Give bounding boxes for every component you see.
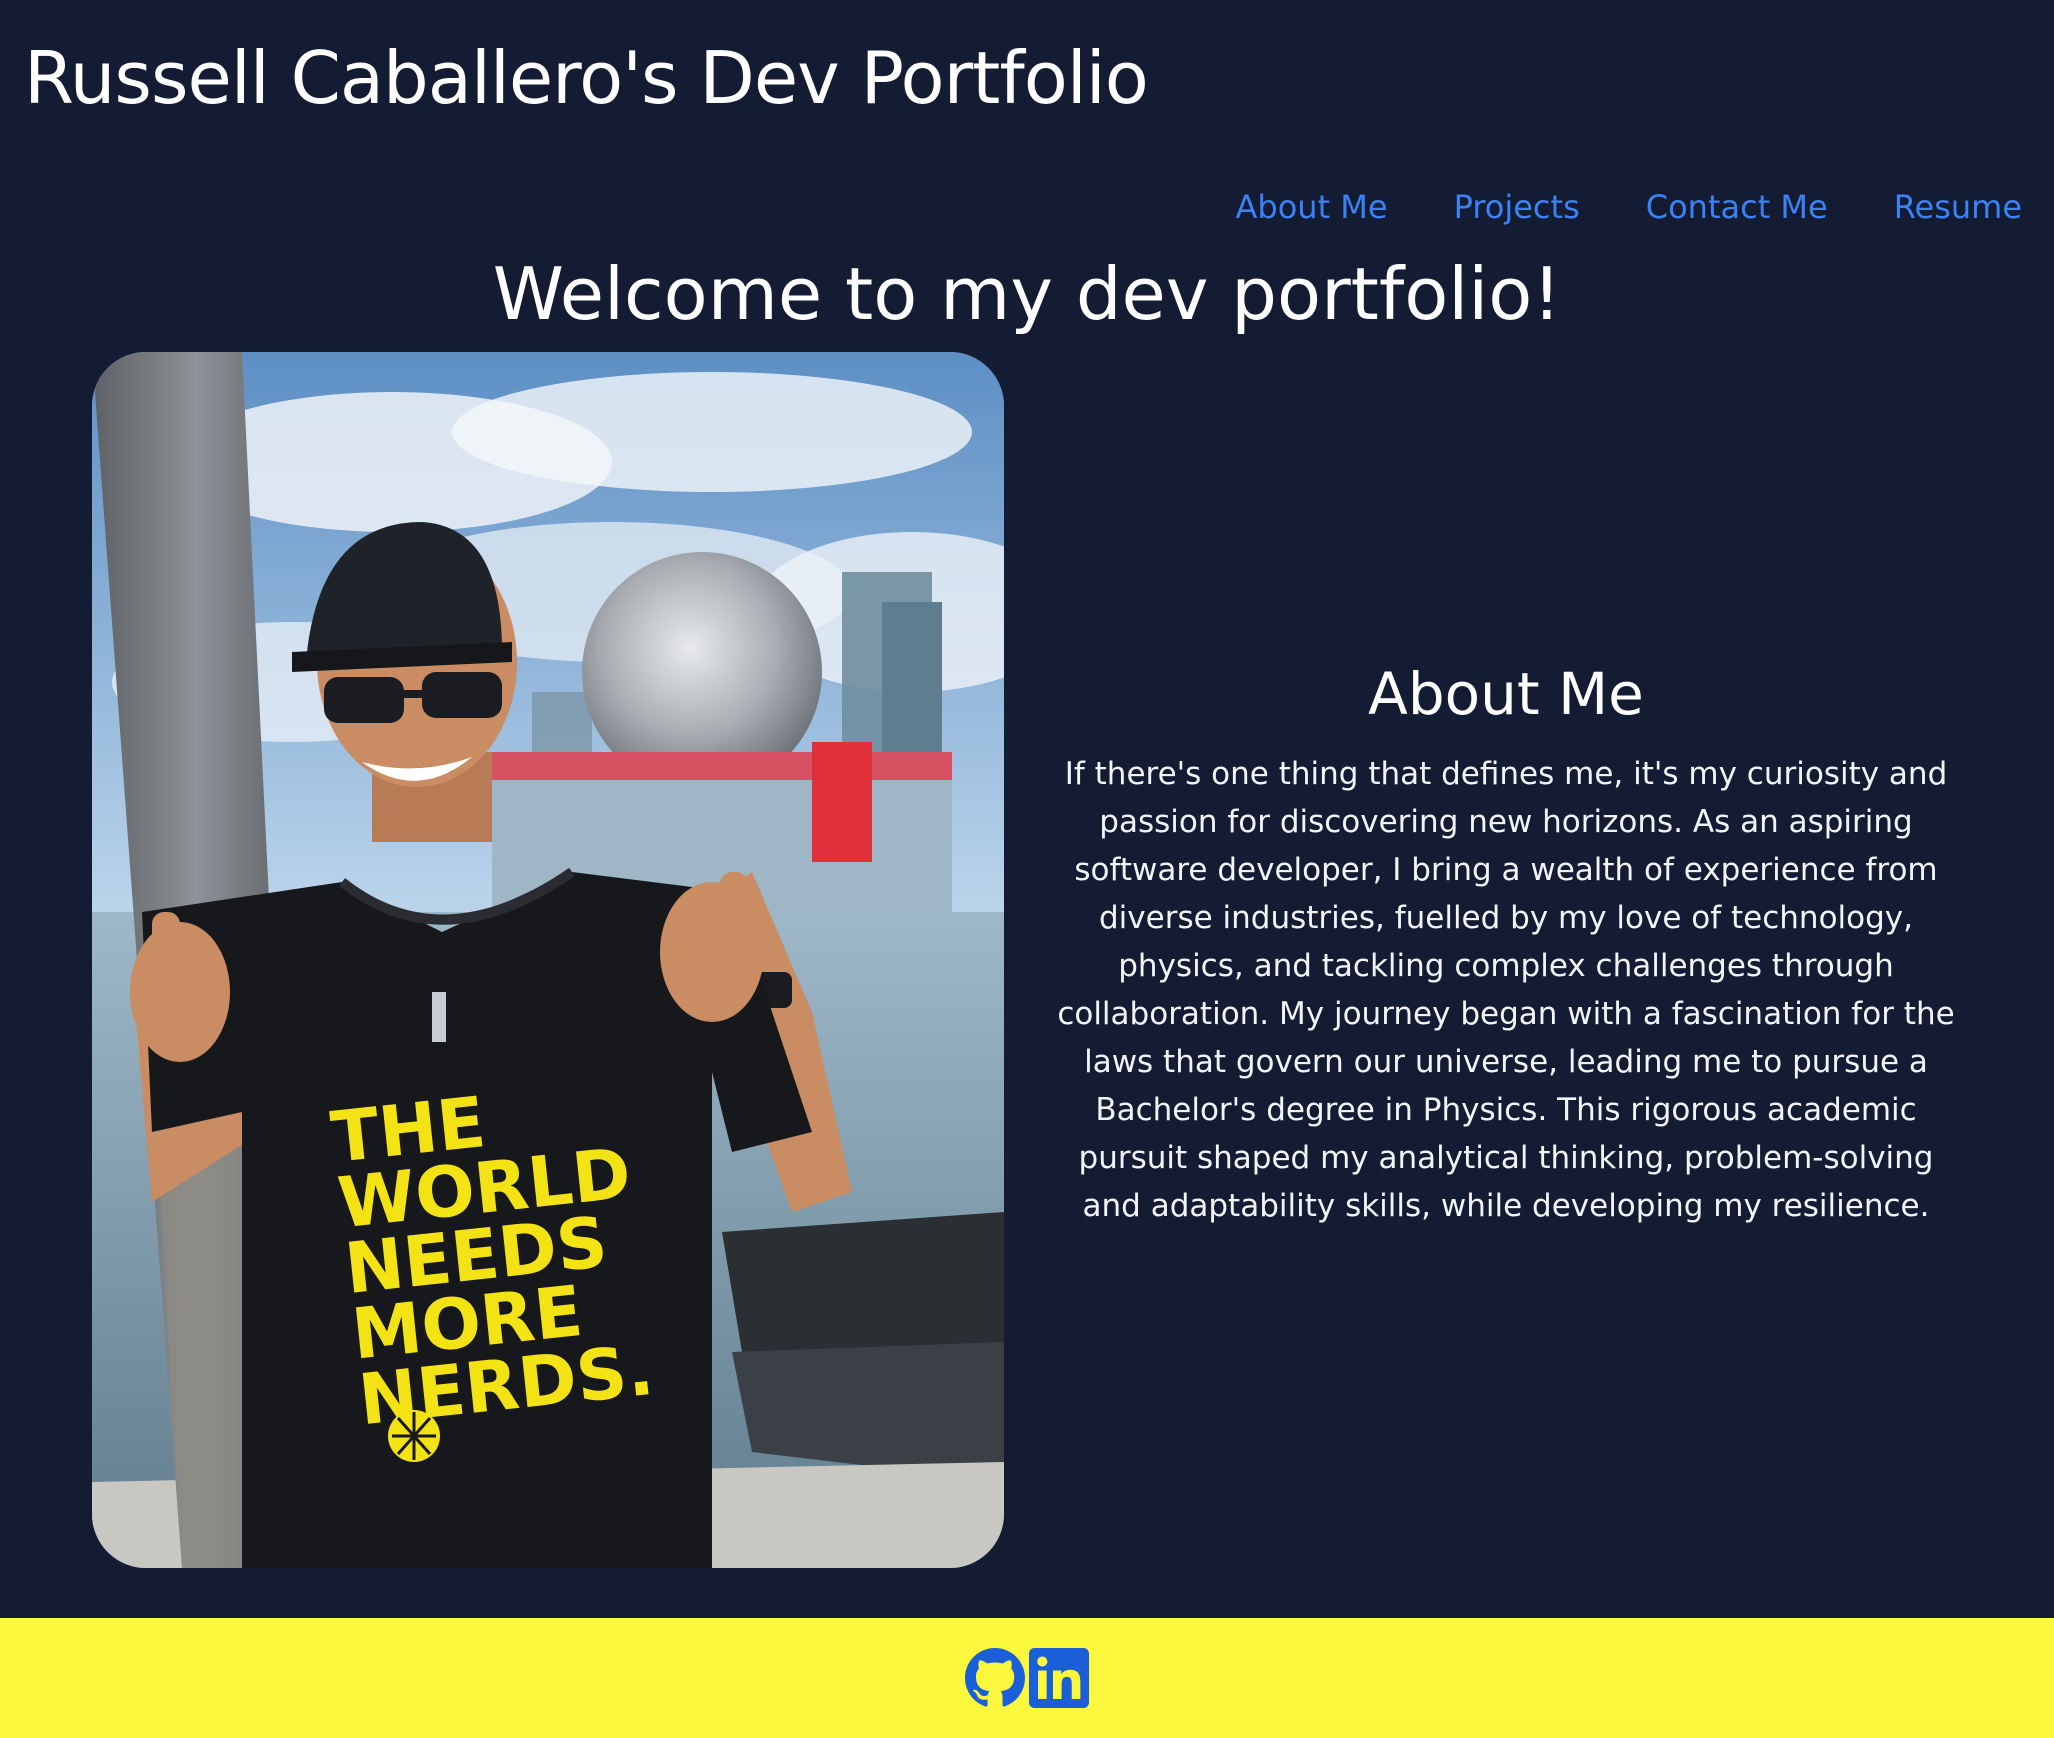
welcome-heading: Welcome to my dev portfolio!	[492, 252, 1562, 336]
main-nav: About Me Projects Contact Me Resume	[1236, 180, 2023, 234]
nav-link-contact-me[interactable]: Contact Me	[1646, 180, 1828, 234]
about-section: About Me If there's one thing that defin…	[1045, 650, 1967, 1230]
profile-photo: THE WORLD NEEDS MORE NERDS.	[92, 352, 1004, 1568]
linkedin-link[interactable]	[1029, 1648, 1089, 1708]
about-heading: About Me	[1368, 660, 1644, 728]
nav-link-projects[interactable]: Projects	[1454, 180, 1580, 234]
github-link[interactable]	[965, 1648, 1025, 1708]
github-icon	[965, 1648, 1025, 1707]
linkedin-icon	[1029, 1648, 1089, 1708]
site-title: Russell Caballero's Dev Portfolio	[24, 36, 1149, 120]
nav-link-resume[interactable]: Resume	[1894, 180, 2022, 234]
footer	[0, 1618, 2054, 1738]
nav-link-about-me[interactable]: About Me	[1236, 180, 1388, 234]
about-text: If there's one thing that defines me, it…	[1057, 756, 1955, 1224]
